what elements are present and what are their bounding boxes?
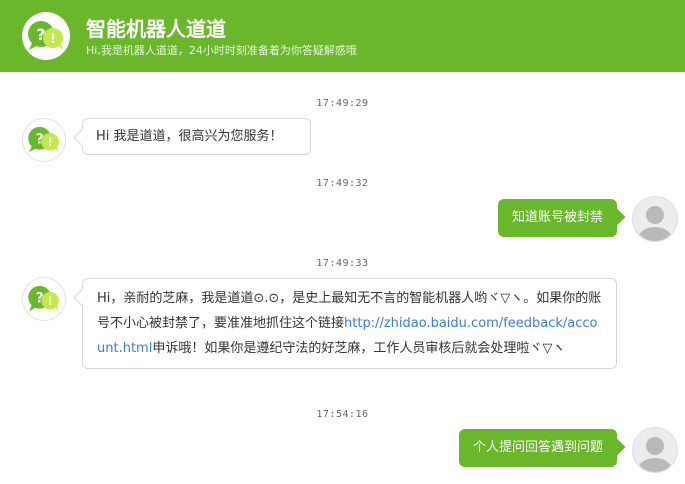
svg-text:?: ? bbox=[36, 132, 44, 148]
svg-text:!: ! bbox=[48, 135, 53, 149]
svg-text:?: ? bbox=[36, 291, 44, 307]
robot-avatar-icon: ? ! bbox=[23, 278, 65, 320]
bot-message-text: Hi 我是道道，很高兴为您服务！ bbox=[96, 129, 283, 144]
bot-message-bubble: Hi，亲耐的芝麻，我是道道⊙.⊙，是史上最知无不言的智能机器人哟ヾ▽ヽ。如果你的… bbox=[82, 278, 617, 369]
user-message-text: 知道账号被封禁 bbox=[511, 210, 603, 225]
svg-text:?: ? bbox=[36, 25, 45, 44]
message-timestamp: 17:49:33 bbox=[316, 258, 369, 269]
bot-message-bubble: Hi 我是道道，很高兴为您服务！ bbox=[82, 118, 311, 155]
user-message-bubble: 个人提问回答遇到问题 bbox=[458, 429, 617, 467]
message-timestamp: 17:49:29 bbox=[316, 98, 369, 109]
default-user-avatar-icon bbox=[633, 428, 677, 472]
default-user-avatar-icon bbox=[633, 197, 677, 241]
message-timestamp: 17:49:32 bbox=[316, 178, 369, 189]
robot-speech-bubbles-icon: ? ! bbox=[22, 12, 70, 60]
robot-avatar-icon: ? ! bbox=[23, 119, 65, 161]
bot-message-text-continued: 申诉哦！如果你是遵纪守法的好芝麻，工作人员审核后就会处理啦ヾ▽ヽ bbox=[152, 341, 566, 356]
svg-text:!: ! bbox=[48, 294, 53, 308]
chat-header: ? ! 智能机器人道道 Hi,我是机器人道道，24小时时刻准备着为你答疑解惑哦 bbox=[0, 0, 685, 72]
page-subtitle: Hi,我是机器人道道，24小时时刻准备着为你答疑解惑哦 bbox=[86, 44, 357, 57]
svg-text:!: ! bbox=[50, 32, 56, 47]
chat-area[interactable]: 17:49:29 ? ! Hi 我是道道，很高兴为您服务！ 17:49:32 知… bbox=[0, 72, 685, 484]
user-message-bubble: 知道账号被封禁 bbox=[497, 199, 617, 237]
page-title: 智能机器人道道 bbox=[86, 17, 226, 41]
message-timestamp: 17:54:16 bbox=[316, 409, 369, 420]
user-message-text: 个人提问回答遇到问题 bbox=[472, 440, 603, 455]
